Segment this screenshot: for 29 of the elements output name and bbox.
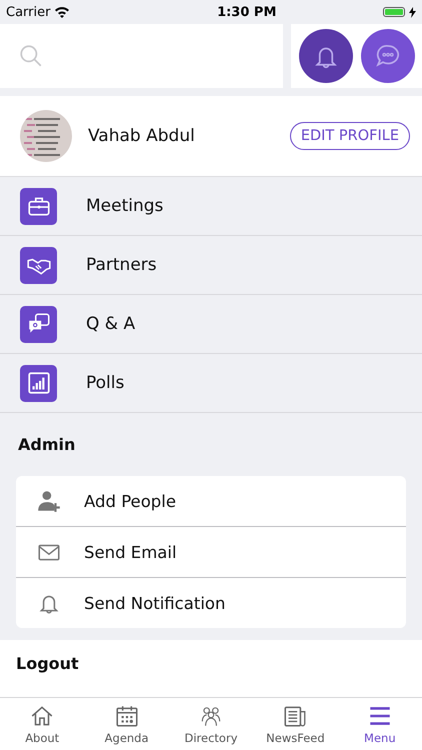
logout-link[interactable]: Logout bbox=[16, 654, 79, 673]
notifications-button[interactable] bbox=[298, 29, 352, 83]
messages-button[interactable] bbox=[360, 29, 414, 83]
tab[interactable]: About bbox=[0, 698, 84, 750]
search-icon bbox=[18, 43, 44, 69]
tab[interactable]: Agenda bbox=[84, 698, 169, 750]
admin-item[interactable]: Add People bbox=[16, 476, 406, 527]
tab[interactable]: Directory bbox=[168, 698, 254, 750]
tab[interactable]: Menu bbox=[338, 698, 422, 750]
user-name: Vahab Abdul bbox=[88, 126, 196, 146]
search-field[interactable] bbox=[0, 24, 283, 88]
briefcase-icon bbox=[20, 188, 57, 224]
bar-chart-icon bbox=[20, 364, 57, 402]
battery-icon bbox=[382, 7, 405, 17]
section-heading: Admin bbox=[17, 434, 76, 456]
chat-bubbles-icon bbox=[20, 306, 57, 342]
menu-item[interactable]: Polls bbox=[0, 354, 422, 413]
carrier-label: Carrier bbox=[6, 4, 50, 20]
clock-time: 1:30 PM bbox=[217, 4, 276, 20]
admin-item[interactable]: Send Notification bbox=[16, 578, 406, 628]
tab[interactable]: NewsFeed bbox=[253, 698, 338, 750]
menu-item[interactable]: Partners bbox=[0, 236, 422, 295]
wifi-icon bbox=[54, 6, 70, 18]
menu-item[interactable]: Q & A bbox=[0, 295, 422, 354]
handshake-icon bbox=[20, 246, 57, 284]
menu-item[interactable]: Meetings bbox=[0, 177, 422, 236]
admin-item[interactable]: Send Email bbox=[16, 527, 406, 578]
edit-profile-button[interactable]: EDIT PROFILE bbox=[290, 122, 410, 150]
charging-icon bbox=[408, 6, 416, 18]
